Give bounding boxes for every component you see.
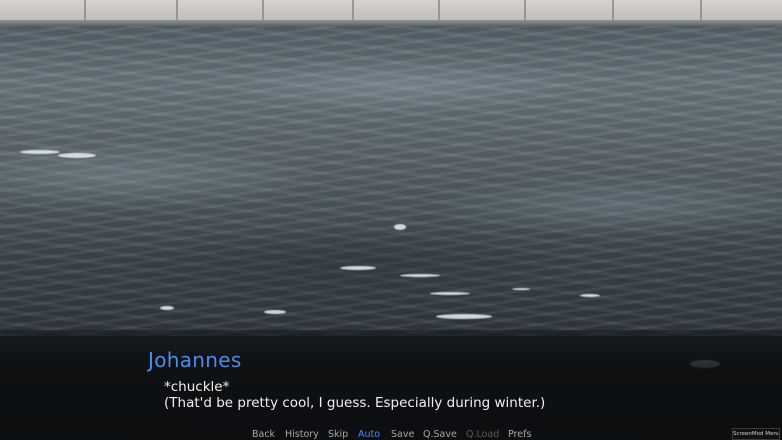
water-glint <box>580 294 600 297</box>
dialogue-line: (That'd be pretty cool, I guess. Especia… <box>164 395 546 411</box>
tile-seam <box>700 0 702 22</box>
quick-menu-skip-button[interactable]: Skip <box>328 429 348 440</box>
quick-menu-back-button[interactable]: Back <box>252 429 275 440</box>
quick-menu-save-button[interactable]: Save <box>391 429 414 440</box>
quick-menu-history-button[interactable]: History <box>285 429 319 440</box>
water-glint <box>58 153 96 158</box>
quick-menu-prefs-button[interactable]: Prefs <box>508 429 531 440</box>
water-glint <box>436 314 492 319</box>
water-glint <box>264 310 286 314</box>
dialogue-line: *chuckle* <box>164 379 230 395</box>
dialogue-text: *chuckle* (That'd be pretty cool, I gues… <box>164 379 545 411</box>
tile-seam <box>352 0 354 22</box>
water-glint <box>340 266 376 270</box>
speaker-name: Johannes <box>148 348 242 372</box>
tile-seam <box>438 0 440 22</box>
pool-water-background <box>0 26 782 368</box>
tile-seam <box>612 0 614 22</box>
water-glint <box>160 306 174 310</box>
tile-seam <box>262 0 264 22</box>
water-glint <box>400 274 440 277</box>
tile-seam <box>84 0 86 22</box>
water-glint <box>512 288 530 290</box>
game-scene[interactable]: Johannes *chuckle* (That'd be pretty coo… <box>0 0 782 440</box>
tile-seam <box>524 0 526 22</box>
quick-menu: Back History Skip Auto Save Q.Save Q.Loa… <box>0 429 782 440</box>
quick-menu-qload-button[interactable]: Q.Load <box>466 429 499 440</box>
tile-seam <box>176 0 178 22</box>
quick-menu-qsave-button[interactable]: Q.Save <box>423 429 457 440</box>
water-glint <box>394 224 406 230</box>
quick-menu-auto-button[interactable]: Auto <box>358 429 380 440</box>
water-glint <box>20 150 60 154</box>
mod-menu-button[interactable]: ScreenMod Menu <box>732 428 780 440</box>
water-glint <box>430 292 470 295</box>
